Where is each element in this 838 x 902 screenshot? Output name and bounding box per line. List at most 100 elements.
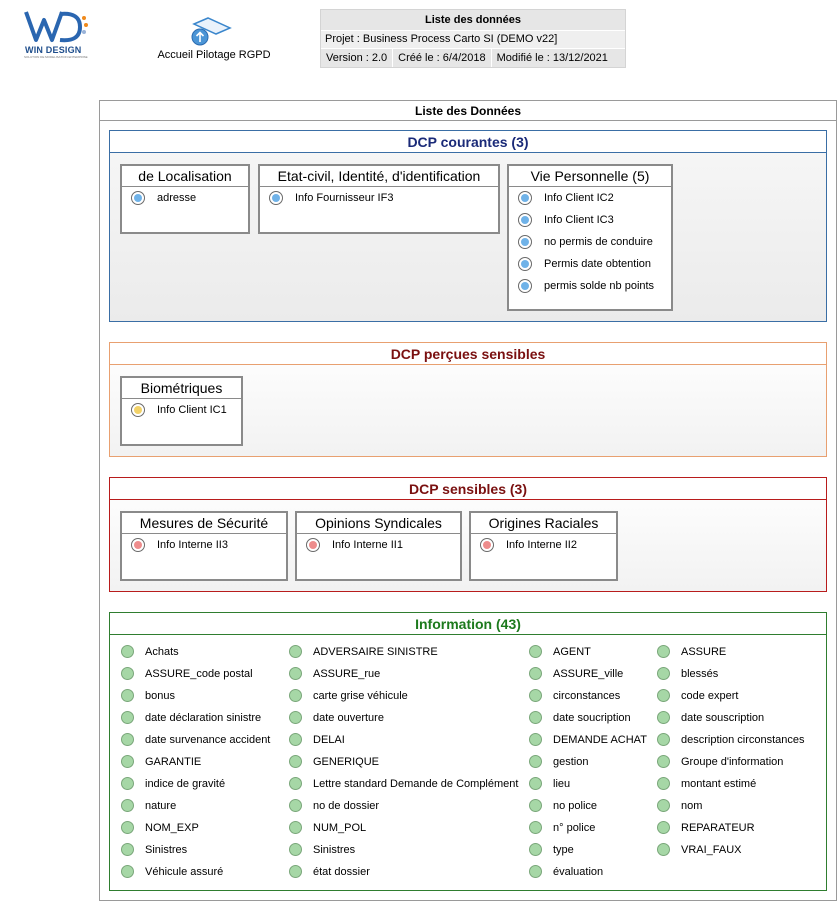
information-item[interactable]: blessés xyxy=(656,663,718,685)
information-item-icon xyxy=(529,667,542,680)
information-item-label: Groupe d'information xyxy=(681,756,784,768)
information-item[interactable]: REPARATEUR xyxy=(656,817,755,839)
information-item[interactable]: ASSURE_code postal xyxy=(120,663,253,685)
group-etat-civil: Etat-civil, Identité, d'identification I… xyxy=(258,164,500,234)
information-item[interactable]: n° police xyxy=(528,817,595,839)
data-item[interactable]: Permis date obtention xyxy=(509,253,671,275)
information-item[interactable]: DELAI xyxy=(288,729,345,751)
information-item-icon xyxy=(529,733,542,746)
information-item[interactable]: ADVERSAIRE SINISTRE xyxy=(288,641,438,663)
information-item-label: évaluation xyxy=(553,866,604,878)
information-item-label: GARANTIE xyxy=(145,756,202,768)
information-item-icon xyxy=(121,667,134,680)
information-item[interactable]: Groupe d'information xyxy=(656,751,783,773)
information-item-label: blessés xyxy=(681,668,719,680)
information-item[interactable]: code expert xyxy=(656,685,738,707)
group-title: Mesures de Sécurité xyxy=(122,513,286,534)
information-item-label: no police xyxy=(553,800,598,812)
information-item[interactable]: date survenance accident xyxy=(120,729,270,751)
information-item[interactable]: évaluation xyxy=(528,861,603,883)
information-item-icon xyxy=(289,733,302,746)
windesign-logo-icon xyxy=(24,11,88,43)
windesign-logo: WIN DESIGN SOLUTION DE MODELISATION ENTE… xyxy=(22,8,92,60)
information-item-icon xyxy=(289,689,302,702)
information-item[interactable]: NUM_POL xyxy=(288,817,366,839)
information-item-label: ADVERSAIRE SINISTRE xyxy=(313,646,438,658)
data-item[interactable]: Info Interne II2 xyxy=(471,534,616,556)
information-item[interactable]: ASSURE_rue xyxy=(288,663,380,685)
information-item[interactable]: date souscription xyxy=(656,707,764,729)
information-item[interactable]: Sinistres xyxy=(288,839,355,861)
information-item[interactable]: ASSURE xyxy=(656,641,726,663)
information-item[interactable]: description circonstances xyxy=(656,729,805,751)
information-item-icon xyxy=(657,733,670,746)
group-mesures-securite: Mesures de Sécurité Info Interne II3 xyxy=(120,511,288,581)
information-item-label: description circonstances xyxy=(681,734,805,746)
information-item-label: ASSURE xyxy=(681,646,727,658)
data-item-icon xyxy=(518,191,532,205)
data-item[interactable]: Info Client IC3 xyxy=(509,209,671,231)
information-item-icon xyxy=(529,711,542,724)
information-item-icon xyxy=(121,733,134,746)
info-modified: Modifié le : 13/12/2021 xyxy=(496,52,608,64)
data-item[interactable]: Info Client IC2 xyxy=(509,187,671,209)
information-item[interactable]: DEMANDE ACHAT xyxy=(528,729,647,751)
information-item-label: carte grise véhicule xyxy=(313,690,408,702)
information-item-icon xyxy=(289,777,302,790)
information-item[interactable]: carte grise véhicule xyxy=(288,685,408,707)
group-origines-raciales: Origines Raciales Info Interne II2 xyxy=(469,511,618,581)
data-item[interactable]: adresse xyxy=(122,187,248,209)
information-item[interactable]: état dossier xyxy=(288,861,370,883)
data-item[interactable]: Info Client IC1 xyxy=(122,399,241,421)
information-item-icon xyxy=(289,821,302,834)
information-item-icon xyxy=(121,645,134,658)
data-item[interactable]: Info Interne II3 xyxy=(122,534,286,556)
information-item-icon xyxy=(529,865,542,878)
information-item[interactable]: date soucription xyxy=(528,707,631,729)
information-item[interactable]: Sinistres xyxy=(120,839,187,861)
information-item[interactable]: nature xyxy=(120,795,176,817)
information-item-label: Lettre standard Demande de Complément xyxy=(313,778,519,790)
information-item-label: montant estimé xyxy=(681,778,757,790)
section-title-sensibles: DCP sensibles (3) xyxy=(110,478,826,500)
data-item[interactable]: permis solde nb points xyxy=(509,275,671,297)
home-link[interactable]: Accueil Pilotage RGPD xyxy=(150,16,278,66)
information-item-icon xyxy=(121,865,134,878)
data-item[interactable]: Info Interne II1 xyxy=(297,534,460,556)
information-item-label: GENERIQUE xyxy=(313,756,380,768)
information-item[interactable]: Achats xyxy=(120,641,179,663)
information-item[interactable]: nom xyxy=(656,795,702,817)
information-item-icon xyxy=(289,667,302,680)
information-item[interactable]: gestion xyxy=(528,751,588,773)
information-item[interactable]: bonus xyxy=(120,685,175,707)
information-item[interactable]: Lettre standard Demande de Complément xyxy=(288,773,518,795)
information-item[interactable]: GENERIQUE xyxy=(288,751,379,773)
information-item[interactable]: date ouverture xyxy=(288,707,384,729)
information-item-icon xyxy=(289,645,302,658)
information-item-label: DELAI xyxy=(313,734,345,746)
information-item[interactable]: no police xyxy=(528,795,597,817)
information-item[interactable]: lieu xyxy=(528,773,570,795)
data-item[interactable]: no permis de conduire xyxy=(509,231,671,253)
information-item[interactable]: VRAI_FAUX xyxy=(656,839,742,861)
home-arrow-icon xyxy=(191,17,232,46)
information-item[interactable]: montant estimé xyxy=(656,773,756,795)
information-item[interactable]: ASSURE_ville xyxy=(528,663,623,685)
data-item[interactable]: Info Fournisseur IF3 xyxy=(260,187,498,209)
information-item[interactable]: NOM_EXP xyxy=(120,817,199,839)
information-item-label: type xyxy=(553,844,574,856)
information-item-icon xyxy=(529,821,542,834)
information-item[interactable]: date déclaration sinistre xyxy=(120,707,261,729)
information-item-icon xyxy=(289,711,302,724)
info-meta-row: Version : 2.0 Créé le : 6/4/2018 Modifié… xyxy=(321,48,625,67)
information-item-label: Véhicule assuré xyxy=(145,866,224,878)
data-item-icon xyxy=(269,191,283,205)
information-item[interactable]: type xyxy=(528,839,574,861)
information-item[interactable]: GARANTIE xyxy=(120,751,201,773)
information-item[interactable]: circonstances xyxy=(528,685,620,707)
information-item[interactable]: Véhicule assuré xyxy=(120,861,223,883)
information-item-icon xyxy=(657,777,670,790)
information-item[interactable]: indice de gravité xyxy=(120,773,225,795)
information-item[interactable]: AGENT xyxy=(528,641,591,663)
information-item[interactable]: no de dossier xyxy=(288,795,379,817)
